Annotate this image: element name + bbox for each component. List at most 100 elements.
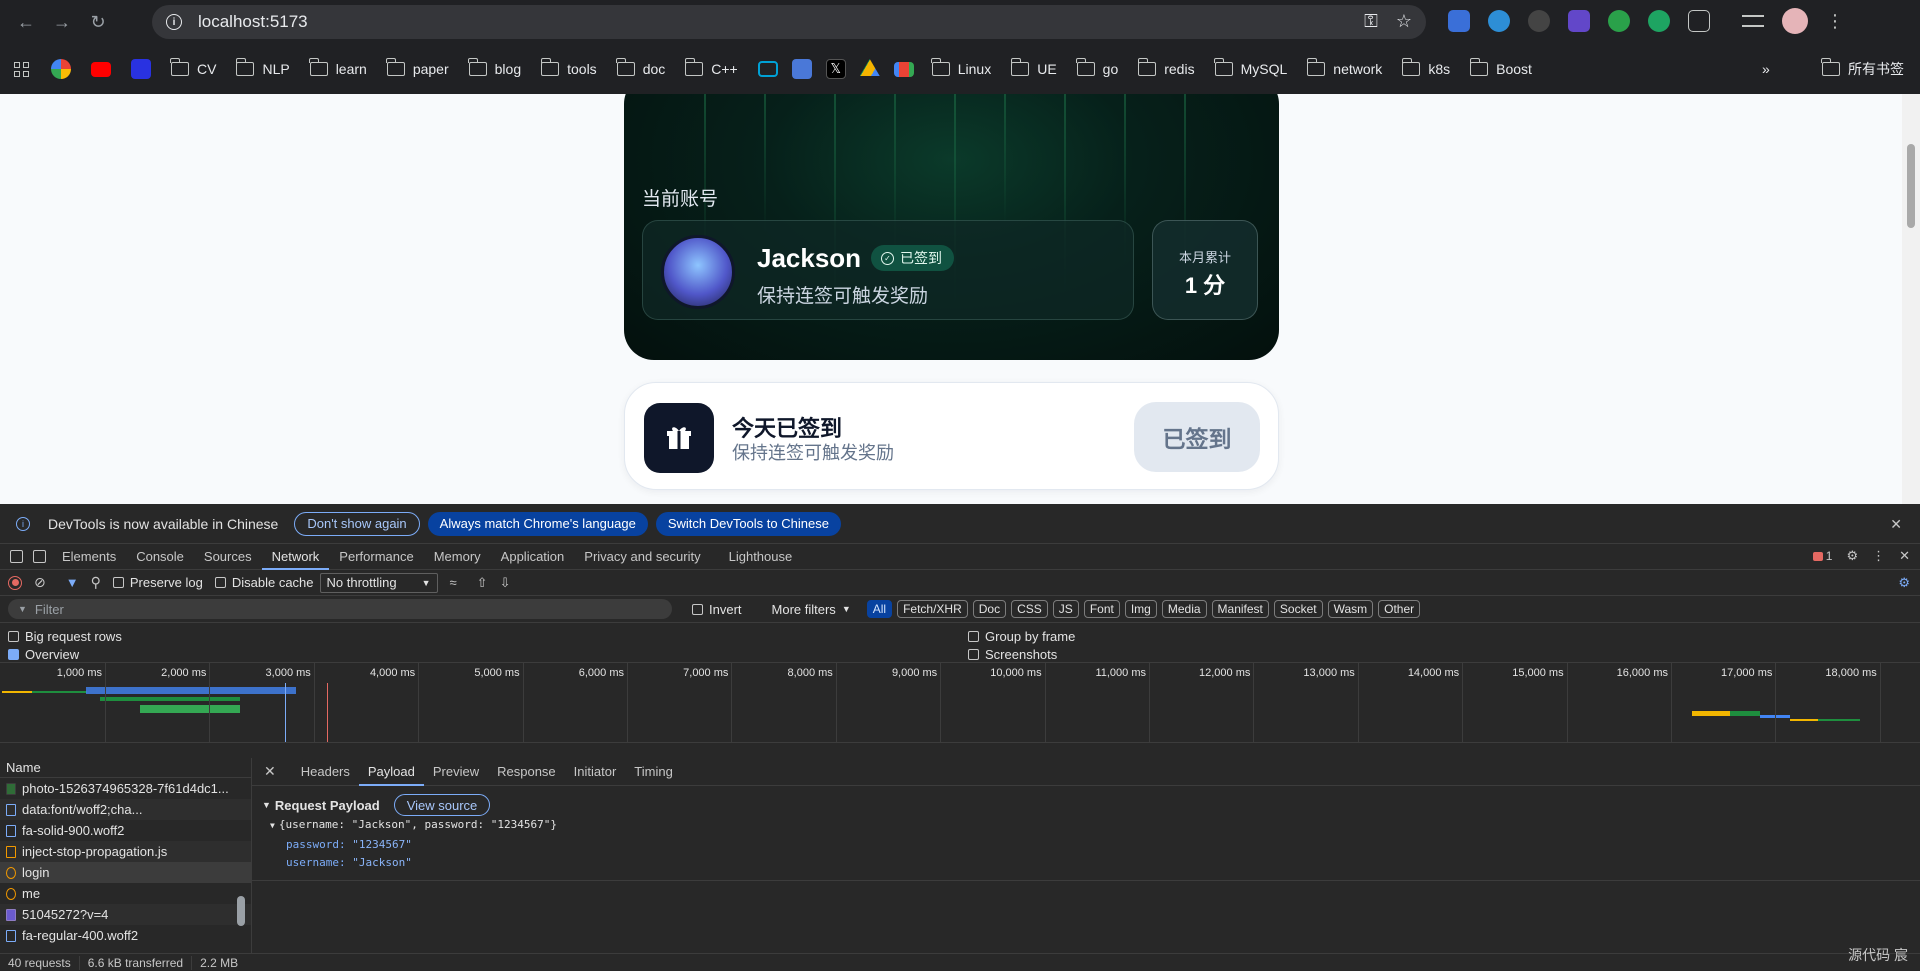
shield-extension-icon[interactable] [1568, 10, 1590, 32]
tab-initiator[interactable]: Initiator [565, 758, 626, 786]
filter-type-css[interactable]: CSS [1011, 600, 1048, 618]
request-row-selected[interactable]: login [0, 862, 251, 883]
filter-type-media[interactable]: Media [1161, 600, 1207, 618]
filter-type-all[interactable]: All [866, 600, 893, 618]
bookmark-folder-doc[interactable]: doc [616, 58, 665, 77]
tab-memory[interactable]: Memory [424, 544, 491, 570]
disable-cache-checkbox[interactable]: Disable cache [214, 575, 314, 590]
view-source-button[interactable]: View source [393, 794, 491, 816]
tab-response[interactable]: Response [488, 758, 565, 786]
filter-type-manifest[interactable]: Manifest [1211, 600, 1269, 618]
all-bookmarks-folder[interactable]: 所有书签 [1821, 58, 1904, 79]
translate-extension-icon[interactable] [1448, 10, 1470, 32]
forward-icon[interactable]: → [44, 4, 80, 40]
close-infobar-icon[interactable]: ✕ [1890, 516, 1902, 533]
reload-icon[interactable]: ↻ [80, 4, 116, 40]
tab-sources[interactable]: Sources [194, 544, 262, 570]
checkin-button[interactable]: 已签到 [1134, 402, 1260, 472]
bookmark-folder-blog[interactable]: blog [468, 58, 521, 77]
bilibili-bookmark[interactable] [757, 61, 778, 77]
bookmark-star-icon[interactable]: ☆ [1396, 11, 1412, 32]
request-row[interactable]: photo-1526374965328-7f61d4dc1... [0, 778, 251, 799]
tab-elements[interactable]: Elements [52, 544, 126, 570]
checkbox-box[interactable] [112, 577, 124, 588]
bookmarks-overflow-icon[interactable]: » [1762, 61, 1770, 77]
checkbox-box[interactable] [8, 631, 19, 642]
drive-bookmark[interactable] [859, 59, 880, 79]
bookmark-folder-network[interactable]: network [1306, 58, 1382, 77]
payload-summary[interactable]: ▼ {username: "Jackson", password: "123456… [270, 818, 557, 831]
overview-checkbox[interactable]: Overview [8, 647, 79, 662]
close-detail-icon[interactable]: ✕ [264, 763, 276, 780]
import-har-icon[interactable]: ⇧ [477, 575, 488, 591]
export-har-icon[interactable]: ⇩ [500, 575, 511, 591]
page-scrollbar[interactable] [1902, 94, 1920, 504]
inspect-element-icon[interactable] [10, 550, 23, 563]
checkbox-box[interactable] [968, 631, 979, 642]
request-row[interactable]: fa-solid-900.woff2 [0, 820, 251, 841]
glasses-extension-icon[interactable] [1528, 10, 1550, 32]
x-bookmark[interactable]: 𝕏 [825, 59, 846, 79]
tab-performance[interactable]: Performance [329, 544, 423, 570]
tab-application[interactable]: Application [491, 544, 575, 570]
youtube-bookmark[interactable] [91, 61, 111, 77]
puzzle-extensions-icon[interactable] [1688, 10, 1710, 32]
filter-type-font[interactable]: Font [1083, 600, 1120, 618]
match-language-button[interactable]: Always match Chrome's language [427, 511, 648, 536]
tab-timing[interactable]: Timing [625, 758, 682, 786]
tab-console[interactable]: Console [126, 544, 194, 570]
request-row[interactable]: inject-stop-propagation.js [0, 841, 251, 862]
clear-icon[interactable]: ⊘ [34, 574, 46, 591]
filter-type-wasm[interactable]: Wasm [1327, 600, 1374, 618]
settings-gear-icon[interactable]: ⚙ [1846, 548, 1858, 564]
bookmark-folder-linux[interactable]: Linux [931, 58, 991, 77]
request-row[interactable]: 51045272?v=4 [0, 904, 251, 925]
payload-section-header[interactable]: ▼ Request Payload View source [252, 792, 1920, 818]
filter-type-doc[interactable]: Doc [972, 600, 1007, 618]
gmail-bookmark[interactable] [893, 61, 914, 77]
key-icon[interactable]: ⚿ [1364, 11, 1378, 32]
search-icon[interactable]: ⚲ [91, 574, 101, 591]
tab-headers[interactable]: Headers [292, 758, 359, 786]
checkbox-box[interactable] [968, 649, 979, 660]
scrollbar-thumb[interactable] [237, 896, 245, 926]
request-list-scrollbar[interactable] [234, 762, 248, 949]
google-bookmark[interactable] [51, 59, 71, 79]
filter-type-img[interactable]: Img [1124, 600, 1157, 618]
name-column-header[interactable]: Name [0, 758, 251, 778]
filter-type-js[interactable]: JS [1052, 600, 1079, 618]
baidu-bookmark[interactable] [131, 59, 151, 79]
invert-checkbox[interactable]: Invert [692, 602, 742, 617]
group-by-frame-checkbox[interactable]: Group by frame [968, 629, 1075, 644]
preserve-log-checkbox[interactable]: Preserve log [112, 575, 203, 590]
menu-dots-icon[interactable]: ⋮ [1826, 11, 1844, 32]
network-conditions-icon[interactable]: ≈ [450, 575, 457, 590]
tab-preview[interactable]: Preview [424, 758, 488, 786]
collapse-triangle-icon[interactable]: ▼ [262, 800, 271, 810]
checkbox-box[interactable] [692, 603, 703, 615]
checkbox-box[interactable] [8, 649, 19, 660]
bookmark-folder-k8s[interactable]: k8s [1401, 58, 1450, 77]
tab-payload[interactable]: Payload [358, 758, 424, 786]
bookmark-folder-tools[interactable]: tools [540, 58, 597, 77]
bookmark-folder-learn[interactable]: learn [309, 58, 367, 77]
scrollbar-thumb[interactable] [1907, 144, 1915, 228]
color-extension-icon[interactable] [1608, 10, 1630, 32]
bookmark-folder-nlp[interactable]: NLP [235, 58, 290, 77]
profile-avatar[interactable] [1782, 8, 1808, 34]
bookmark-folder-boost[interactable]: Boost [1469, 58, 1532, 77]
address-bar[interactable]: i localhost:5173 ⚿ ☆ [152, 5, 1426, 39]
network-settings-icon[interactable]: ⚙ [1898, 575, 1910, 591]
dont-show-again-button[interactable]: Don't show again [294, 511, 420, 536]
back-icon[interactable]: ← [8, 4, 44, 40]
apps-grid-icon[interactable] [14, 61, 29, 77]
bookmark-folder-ue[interactable]: UE [1010, 58, 1057, 77]
screenshots-checkbox[interactable]: Screenshots [968, 647, 1057, 662]
filter-type-other[interactable]: Other [1378, 600, 1421, 618]
devtools-menu-icon[interactable]: ⋮ [1872, 548, 1885, 564]
switch-chinese-button[interactable]: Switch DevTools to Chinese [655, 511, 841, 536]
filter-type-socket[interactable]: Socket [1273, 600, 1323, 618]
bookmark-folder-redis[interactable]: redis [1137, 58, 1195, 77]
bookmark-folder-go[interactable]: go [1076, 58, 1118, 77]
bookmark-folder-cpp[interactable]: C++ [684, 58, 738, 77]
